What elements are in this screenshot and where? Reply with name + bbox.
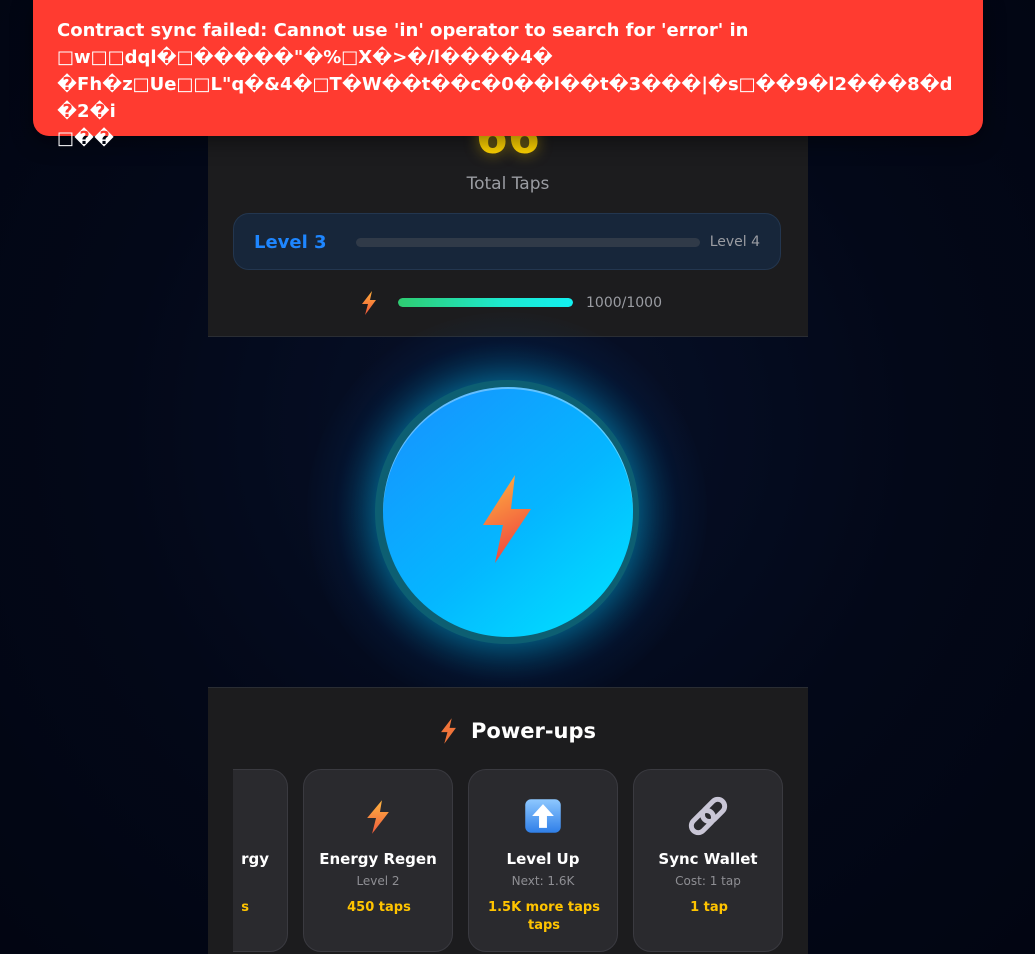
lightning-bolt-icon [367, 800, 389, 834]
powerup-card-energy-regen[interactable]: Energy Regen Level 2 450 taps [303, 769, 453, 952]
powerups-scroll-clip: rgy s [233, 769, 288, 954]
link-icon [688, 796, 728, 836]
powerup-name: rgy [241, 850, 269, 868]
error-message-line: �Fh�z□Ue□□L"q�&4�□T�W��t��c�0��l��t�3���… [57, 74, 953, 122]
error-toast[interactable]: Contract sync failed: Cannot use 'in' op… [33, 0, 983, 149]
powerup-cost: 1.5K more taps taps [479, 899, 609, 935]
powerup-level: Level 2 [356, 874, 400, 888]
level-progress-card: Level 3 Level 4 [233, 213, 781, 270]
powerup-cost: 1 tap [690, 900, 728, 915]
up-arrow-icon [525, 799, 561, 833]
powerup-cost-line: taps [527, 918, 561, 933]
powerups-panel: Power-ups rgy s Energy Regen Level 2 450… [208, 687, 808, 954]
powerup-name: Sync Wallet [658, 850, 758, 868]
energy-bar-fill [398, 298, 573, 307]
powerup-card-level-up[interactable]: Level Up Next: 1.6K 1.5K more taps taps [468, 769, 618, 952]
current-level: Level 3 [254, 232, 327, 253]
energy-bar [398, 298, 573, 307]
energy-value: 1000/1000 [586, 295, 662, 311]
powerup-sub: Cost: 1 tap [675, 874, 741, 888]
next-level: Level 4 [709, 234, 760, 250]
powerup-card-energy[interactable]: rgy s [233, 769, 288, 952]
error-message-line: Contract sync failed: Cannot use 'in' op… [57, 20, 749, 41]
powerup-name: Energy Regen [319, 850, 437, 868]
powerup-name: Level Up [506, 850, 580, 868]
error-message: Contract sync failed: Cannot use 'in' op… [57, 17, 959, 152]
error-message-line: □�� [57, 128, 115, 149]
level-progress-bar [356, 238, 700, 247]
lightning-bolt-icon [362, 291, 376, 315]
powerup-next-level: Next: 1.6K [511, 874, 575, 888]
powerups-title: Power-ups [471, 719, 597, 743]
powerup-card-sync-wallet[interactable]: Sync Wallet Cost: 1 tap 1 tap [633, 769, 783, 952]
powerup-cost: s [241, 900, 249, 915]
lightning-bolt-icon [441, 718, 456, 744]
tap-count-label: Total Taps [466, 174, 550, 194]
powerup-cost: 450 taps [347, 900, 411, 915]
lightning-bolt-icon [483, 475, 531, 563]
powerups-header: Power-ups [208, 714, 808, 748]
tap-button[interactable] [375, 380, 639, 644]
powerup-cost-line: 1.5K more taps [488, 900, 600, 915]
tap-button-face[interactable] [383, 387, 633, 637]
error-message-line: □w□□dql�□�����"�%□X�>�/l����4� [57, 47, 553, 68]
